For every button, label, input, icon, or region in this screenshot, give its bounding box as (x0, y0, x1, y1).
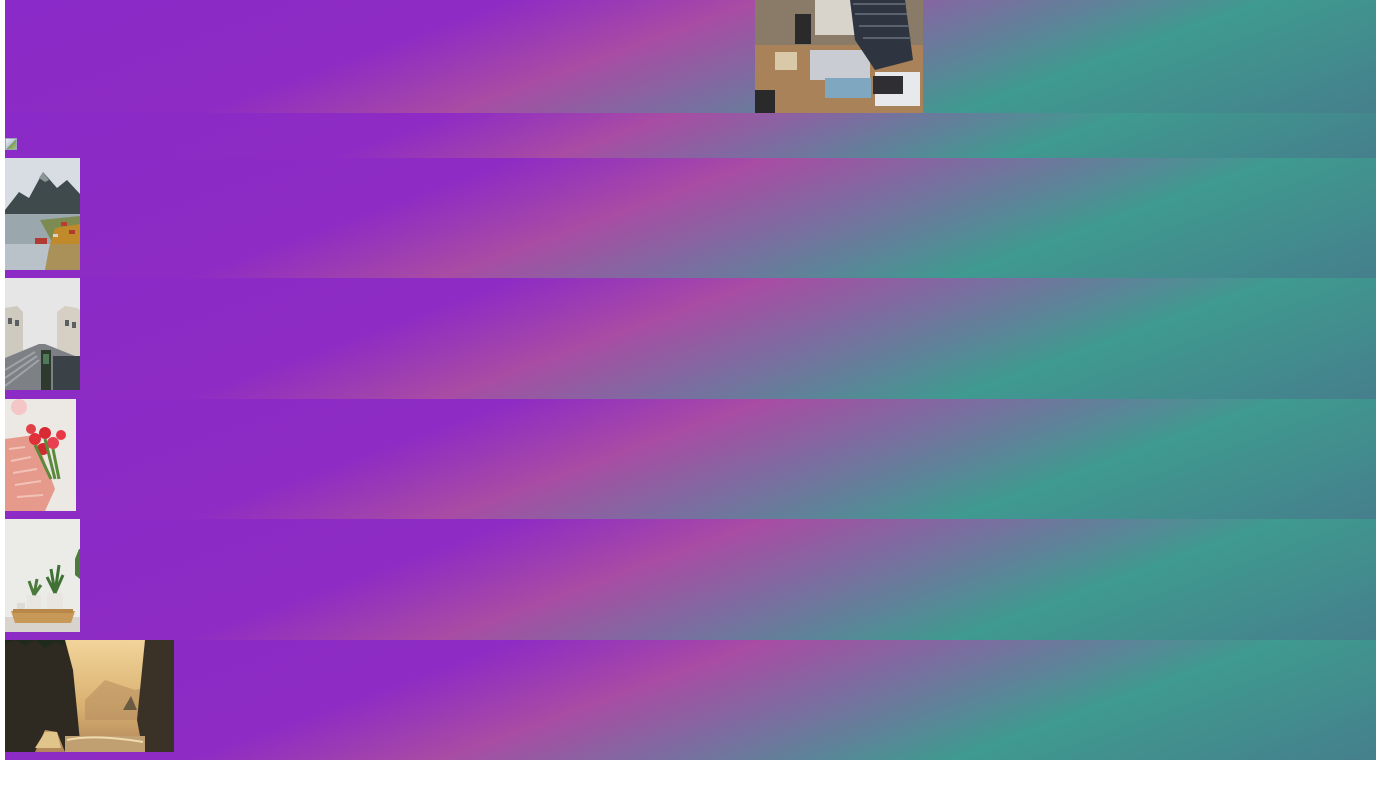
potted-plants-stool-photo[interactable] (5, 519, 80, 632)
sea-arch-image (5, 640, 174, 752)
broken-image-icon (5, 138, 17, 150)
gallery-row-7 (5, 640, 1376, 760)
gallery-row-3 (5, 158, 1376, 278)
street-buildings-tram-photo[interactable] (5, 278, 80, 390)
mountain-coast-village-photo[interactable] (5, 158, 80, 270)
tulip-bouquet-photo[interactable] (5, 399, 76, 511)
potted-plants-image (5, 519, 80, 632)
gallery-row-6 (5, 519, 1376, 640)
gallery-row-2 (5, 113, 1376, 158)
workspace-laptop-image (755, 0, 923, 113)
gallery-row-5 (5, 399, 1376, 519)
gallery-row-4 (5, 278, 1376, 399)
mountain-coast-image (5, 158, 80, 270)
street-tram-image (5, 278, 80, 390)
workspace-laptop-photo[interactable] (755, 0, 923, 113)
tulip-bouquet-image (5, 399, 76, 511)
gallery-row-1 (5, 0, 1376, 113)
misty-sea-arch-sunset-photo[interactable] (5, 640, 174, 752)
